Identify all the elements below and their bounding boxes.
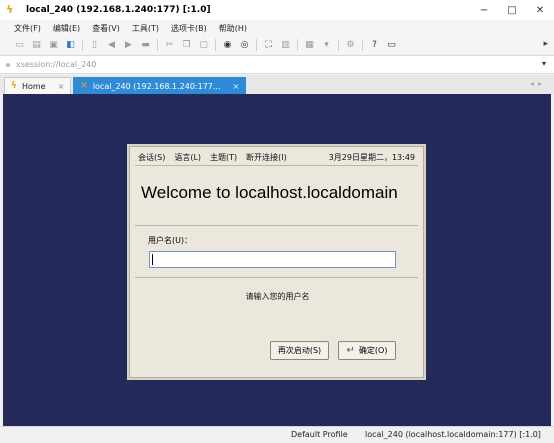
restart-button-label: 再次启动(S): [277, 346, 322, 355]
tab-local-240[interactable]: ✕ local_240 (192.168.1.240:177... ×: [73, 77, 247, 94]
screenshot-icon[interactable]: ◎: [239, 40, 250, 51]
menu-theme[interactable]: 主题(T): [210, 152, 237, 163]
status-session: local_240 (localhost.localdomain:177) [:…: [365, 430, 541, 439]
home-tab-icon: ϟ: [11, 81, 17, 91]
title-bar: ϟ local_240 (192.168.1.240:177) [:1.0] −…: [0, 0, 554, 20]
enter-arrow-icon: ↵: [346, 345, 355, 356]
status-bar: Default Profile local_240 (localhost.loc…: [0, 426, 554, 443]
menu-view[interactable]: 查看(V): [92, 23, 120, 34]
tab-home-close-icon[interactable]: ×: [58, 82, 65, 91]
menu-bar: 文件(F) 编辑(E) 查看(V) 工具(T) 选项卡(B) 帮助(H): [0, 20, 554, 36]
tab-home[interactable]: ϟ Home ×: [4, 77, 72, 94]
menu-session[interactable]: 会话(S): [138, 152, 165, 163]
menu-disconnect[interactable]: 断开连接(I): [246, 152, 287, 163]
toolbar-separator: [157, 39, 158, 51]
tab-home-label: Home: [21, 81, 46, 91]
minimize-button[interactable]: −: [470, 0, 498, 20]
divider: [135, 165, 418, 166]
help-icon[interactable]: ?: [369, 40, 380, 51]
reconnect-icon[interactable]: ▬: [140, 40, 151, 51]
toolbar-separator: [362, 39, 363, 51]
clock: 3月29日星期二，13:49: [328, 153, 415, 162]
tab-local-240-label: local_240 (192.168.1.240:177...: [92, 81, 221, 91]
toolbar-separator: [297, 39, 298, 51]
x-session-tab-icon: ✕: [80, 81, 88, 91]
toolbar-overflow-icon[interactable]: ▸: [543, 39, 548, 49]
toolbar-separator: [256, 39, 257, 51]
menu-help[interactable]: 帮助(H): [219, 23, 247, 34]
paste-icon[interactable]: ▢: [198, 40, 209, 51]
chat-bubble-icon[interactable]: ▭: [386, 40, 397, 51]
username-label: 用户名(U)：: [148, 236, 193, 245]
new-session-icon[interactable]: ▭: [14, 40, 25, 51]
divider: [135, 225, 418, 226]
address-bullet-icon: [6, 62, 10, 67]
copy-icon[interactable]: ❐: [181, 40, 192, 51]
fullscreen-icon[interactable]: ⛶: [263, 40, 274, 51]
menu-language[interactable]: 语言(L): [174, 152, 201, 163]
window-title: local_240 (192.168.1.240:177) [:1.0]: [26, 5, 211, 15]
save-icon[interactable]: ▣: [48, 40, 59, 51]
toolbar-separator: [82, 39, 83, 51]
camera-icon[interactable]: ◉: [222, 40, 233, 51]
address-bar[interactable]: xsession://local_240 ▾: [0, 55, 554, 74]
toolbar-separator: [215, 39, 216, 51]
text-cursor: [152, 254, 153, 265]
xmanager-logo-icon: ϟ: [6, 3, 14, 16]
menu-file[interactable]: 文件(F): [14, 23, 41, 34]
tab-local-240-close-icon[interactable]: ×: [233, 82, 240, 91]
properties-icon[interactable]: ◧: [65, 40, 76, 51]
divider: [135, 277, 418, 278]
tab-bar: ϟ Home × ✕ local_240 (192.168.1.240:177.…: [0, 75, 554, 94]
close-button[interactable]: ✕: [526, 0, 554, 20]
cut-icon[interactable]: ✂: [164, 40, 175, 51]
toolbar: ▭ ▤ ▣ ◧ ▯ ◀ ▶ ▬ ✂ ❐ ▢ ◉ ◎ ⛶ ▥ ▦ ▾ ⚙ ? ▭ …: [0, 36, 554, 54]
dialog-menu: 会话(S) 语言(L) 主题(T) 断开连接(I): [138, 152, 296, 163]
menu-tools[interactable]: 工具(T): [132, 23, 159, 34]
copy-screen-icon[interactable]: ▯: [89, 40, 100, 51]
forward-icon[interactable]: ▶: [123, 40, 134, 51]
login-dialog: 会话(S) 语言(L) 主题(T) 断开连接(I) 3月29日星期二，13:49…: [129, 146, 424, 378]
toolbar-separator: [338, 39, 339, 51]
welcome-title: Welcome to localhost.localdomain: [141, 183, 398, 202]
status-profile: Default Profile: [291, 430, 348, 439]
ok-button[interactable]: ↵ 确定(O): [338, 341, 396, 360]
ok-button-label: 确定(O): [358, 346, 388, 355]
menu-tabs[interactable]: 选项卡(B): [171, 23, 207, 34]
maximize-button[interactable]: □: [498, 0, 526, 20]
restart-button[interactable]: 再次启动(S): [270, 341, 329, 360]
username-input[interactable]: [149, 251, 396, 268]
window-controls: − □ ✕: [470, 0, 554, 20]
address-input[interactable]: xsession://local_240: [16, 60, 96, 69]
open-icon[interactable]: ▤: [31, 40, 42, 51]
username-hint: 请输入您的用户名: [245, 292, 310, 301]
display-dropdown-icon[interactable]: ▾: [321, 40, 332, 51]
address-dropdown-icon[interactable]: ▾: [542, 59, 546, 68]
layout-icon[interactable]: ▥: [280, 40, 291, 51]
monitor-icon[interactable]: ▦: [304, 40, 315, 51]
tab-scroll-arrows-icon[interactable]: ◂▸: [530, 79, 546, 88]
menu-edit[interactable]: 编辑(E): [53, 23, 80, 34]
settings-gear-icon[interactable]: ⚙: [345, 40, 356, 51]
back-icon[interactable]: ◀: [106, 40, 117, 51]
